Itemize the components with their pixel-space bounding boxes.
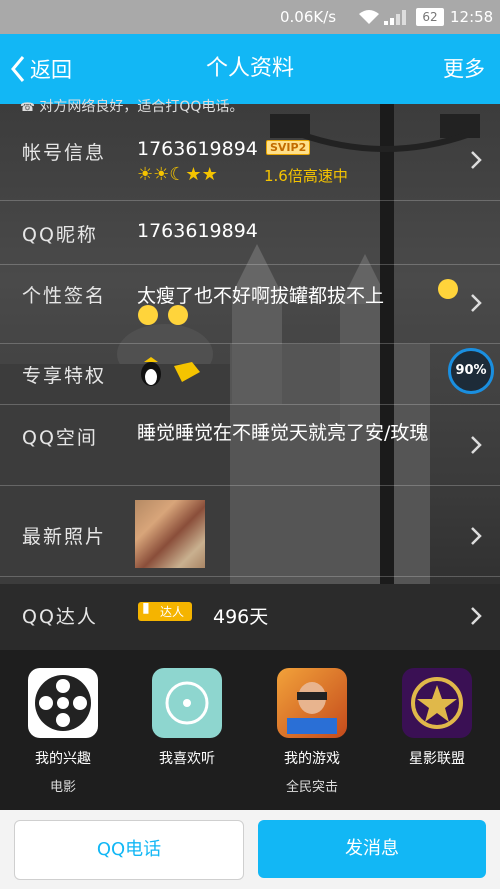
chevron-right-icon <box>471 527 482 545</box>
app-name: 我的兴趣 <box>35 751 91 767</box>
nickname-row: QQ昵称 1763619894 <box>0 201 500 265</box>
phone-icon: ☎ <box>20 100 35 114</box>
nickname-value: 1763619894 <box>137 220 258 242</box>
svip-badge: SVIP2 <box>266 140 311 155</box>
expert-label: QQ达人 <box>22 606 98 628</box>
notice-text: 对方网络良好，适合打QQ电话。 <box>39 99 244 115</box>
app-game[interactable]: 我的游戏 全民突击 <box>257 668 367 795</box>
app-subtitle: 全民突击 <box>285 780 338 795</box>
page-title: 个人资料 <box>205 56 294 81</box>
qzone-status: 睡觉睡觉在不睡觉天就亮了安/玫瑰 <box>137 422 429 444</box>
laugh-emoji-icon <box>138 305 158 325</box>
signature-value: 太瘦了也不好啊拔罐都拔不上 <box>137 285 385 307</box>
nav-bar: 返回 个人资料 更多 <box>0 34 500 104</box>
latest-photo-thumbnail[interactable] <box>135 500 205 568</box>
app-name: 我喜欢听 <box>159 751 215 767</box>
star-icon: ★ <box>201 164 218 185</box>
film-reel-icon <box>28 668 98 738</box>
signature-row[interactable]: 个性签名 太瘦了也不好啊拔罐都拔不上 <box>0 265 500 344</box>
nickname-label: QQ昵称 <box>22 224 98 246</box>
account-info-row[interactable]: 帐号信息 1763619894 SVIP2 ☀☀☾★★ 1.6倍高速中 <box>0 120 500 201</box>
privilege-progress-badge: 90% <box>448 348 494 394</box>
battery-icon: 62 <box>416 8 444 26</box>
expert-days: 496天 <box>213 606 269 628</box>
photos-label: 最新照片 <box>22 526 107 548</box>
expert-row[interactable]: QQ达人 ▮ 达人 496天 <box>0 584 500 646</box>
privileges-label: 专享特权 <box>22 365 107 387</box>
status-bar: 0.06K/s 62 12:58 <box>0 0 500 34</box>
chevron-right-icon <box>471 151 482 169</box>
penguin-icon <box>141 357 161 386</box>
signal-icon <box>384 10 406 25</box>
app-star-league[interactable]: 星影联盟 <box>382 668 492 776</box>
bottom-action-bar: QQ电话 发消息 <box>0 810 500 889</box>
app-subtitle: 电影 <box>49 780 76 795</box>
qzone-row[interactable]: QQ空间 睡觉睡觉在不睡觉天就亮了安/玫瑰 <box>0 405 500 486</box>
qzone-label: QQ空间 <box>22 427 98 449</box>
signature-label: 个性签名 <box>22 285 107 307</box>
star-league-icon <box>402 668 472 738</box>
star-icon: ★ <box>185 164 202 185</box>
photos-row[interactable]: 最新照片 <box>0 496 500 577</box>
expert-badge: ▮ 达人 <box>138 600 193 621</box>
chevron-right-icon <box>471 294 482 312</box>
network-speed: 0.06K/s <box>280 8 337 26</box>
chevron-right-icon <box>471 436 482 454</box>
app-strip: 我的兴趣 电影 我喜欢听 我的游戏 全民突击 星影联盟 <box>0 650 500 810</box>
moon-icon: ☾ <box>169 164 186 185</box>
qq-call-button[interactable]: QQ电话 <box>14 820 244 880</box>
phone-badge-icon: ▮ <box>142 600 150 616</box>
level-icons: ☀☀☾★★ <box>137 164 218 185</box>
expert-badge-text: 达人 <box>160 605 185 619</box>
network-notice: ☎ 对方网络良好，适合打QQ电话。 <box>20 96 243 116</box>
account-label: 帐号信息 <box>22 142 107 164</box>
app-music[interactable]: 我喜欢听 <box>132 668 242 776</box>
app-interest[interactable]: 我的兴趣 电影 <box>8 668 118 795</box>
privileges-row[interactable]: 专享特权 90% <box>0 344 500 405</box>
more-button[interactable]: 更多 <box>443 34 485 104</box>
laugh-emoji-icon <box>438 279 458 299</box>
game-icon <box>277 668 347 738</box>
laugh-emoji-icon <box>168 305 188 325</box>
send-message-button[interactable]: 发消息 <box>258 820 486 878</box>
wifi-icon <box>359 10 379 24</box>
account-number: 1763619894 <box>137 138 258 160</box>
sun-icon: ☀ <box>153 164 170 185</box>
sun-icon: ☀ <box>137 164 154 185</box>
music-disc-icon <box>152 668 222 738</box>
chevron-right-icon <box>471 607 482 625</box>
speed-status: 1.6倍高速中 <box>264 167 348 185</box>
app-name: 星影联盟 <box>409 751 465 767</box>
gift-icon <box>174 362 200 382</box>
app-name: 我的游戏 <box>284 751 340 767</box>
clock: 12:58 <box>450 8 494 26</box>
